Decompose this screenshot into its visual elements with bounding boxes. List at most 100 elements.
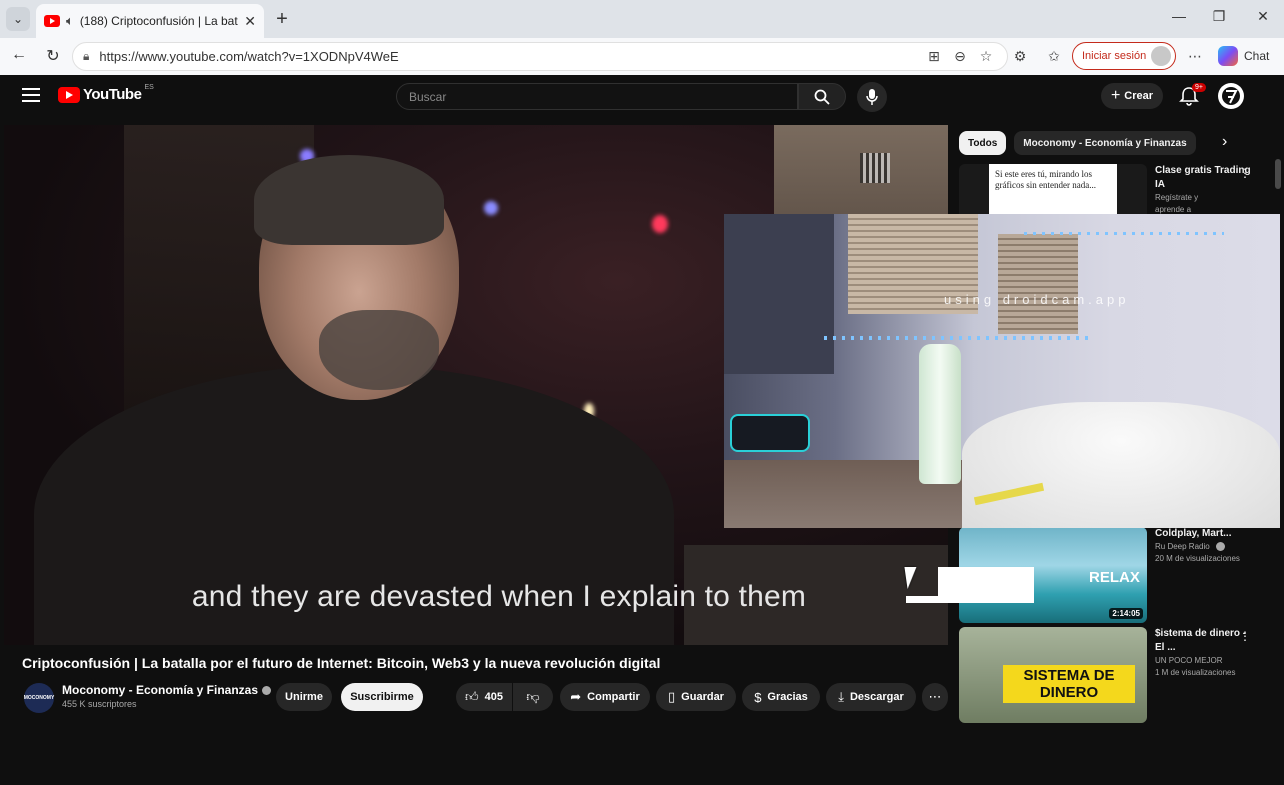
channel-avatar[interactable]: MOCONOMY [24,683,54,713]
avatar[interactable] [1218,83,1244,109]
dislike-button[interactable]: 👎︎ [513,683,553,711]
user-avatar-icon [1222,87,1240,105]
video-title: Criptoconfusión | La batalla por el futu… [22,655,661,671]
more-vert-icon[interactable]: ⋮ [1239,629,1251,643]
channel-avatar-text: MOCONOMY [23,695,55,701]
create-label: Crear [1124,90,1154,102]
favorite-icon[interactable]: ☆ [976,48,996,65]
more-icon[interactable]: ⋯ [1185,48,1205,65]
youtube-header: YouTube ES Buscar + Crear 9+ [4,75,1280,117]
apps-icon[interactable]: ⊞ [924,48,944,65]
reload-icon[interactable]: ↻ [42,46,64,66]
back-icon[interactable]: ← [8,46,30,64]
subscriber-count: 455 K suscriptores [62,699,137,709]
redaction-line [906,596,942,603]
speaker-icon[interactable]: 🔈︎ [66,13,74,29]
thumbnail-text: SISTEMA DE DINERO [1003,665,1135,703]
search-icon [814,89,830,105]
verified-icon [262,686,272,696]
youtube-play-icon [58,86,80,103]
thumbs-down-icon: 👎︎ [526,689,540,704]
search-button[interactable] [798,83,846,110]
close-icon[interactable]: ✕ [244,13,256,30]
verified-icon [1215,542,1225,552]
chip-todos[interactable]: Todos [959,131,1007,155]
cam-led-strip [1024,232,1224,235]
bookmark-icon: ▯ [668,689,676,704]
chevron-right-icon[interactable]: › [1222,133,1227,151]
filter-chips: Todos Moconomy - Economía y Finanzas [959,131,1196,155]
share-button[interactable]: ➦ Compartir [560,683,650,711]
youtube-favicon-icon [44,15,60,27]
recommendation-views: 20 M de visualizaciones [1155,554,1240,563]
browser-tab[interactable]: 🔈︎ (188) Criptoconfusión | La bat ✕ [36,4,264,38]
thumbnail-text: RELAX [1089,569,1140,586]
create-button[interactable]: + Crear [1101,83,1163,109]
chip-channel[interactable]: Moconomy - Economía y Finanzas [1014,131,1196,155]
recommendation-views: 1 M de visualizaciones [1155,668,1236,677]
cam-blanket [962,402,1280,528]
more-actions-button[interactable]: ⋯ [922,683,948,711]
like-button[interactable]: 👍︎ 405 [456,683,512,711]
search-input[interactable]: Buscar [396,83,798,110]
copilot-chat-button[interactable]: Chat [1218,46,1269,66]
channel-name: Moconomy - Economía y Finanzas [62,683,259,697]
microphone-icon [866,89,878,105]
bokeh-light [484,201,498,215]
tab-title: (188) Criptoconfusión | La bat [79,14,238,28]
logo-text: YouTube [83,86,142,103]
cam-led-strip [824,336,1094,340]
channel-name-link[interactable]: Moconomy - Economía y Finanzas [62,683,272,697]
download-icon: ⤓ [838,689,844,704]
site-info-icon[interactable]: 🔒︎ [83,49,89,64]
plus-icon: + [1110,87,1121,104]
recommendation-title: Coldplay, Mart... [1155,528,1232,539]
more-vert-icon[interactable]: ⋮ [1239,166,1251,180]
copilot-icon [1218,46,1238,66]
profile-avatar [1151,46,1171,66]
address-bar-row: ← ↻ 🔒︎ https://www.youtube.com/watch?v=1… [0,38,1284,75]
voice-search-button[interactable] [857,82,887,112]
join-label: Unirme [285,691,323,703]
recommendation-channel: UN POCO MEJOR [1155,656,1223,665]
cam-watermark: using droidcam.app [944,292,1130,307]
speaker-beard [319,310,439,390]
redaction-box [938,567,1034,603]
cam-window-blinds [998,234,1078,334]
extensions-icon[interactable]: ⚙ [1010,48,1030,65]
video-scene-qr [860,153,890,183]
subscribe-button[interactable]: Suscribirme [341,683,423,711]
favorites-list-icon[interactable]: ✩ [1044,48,1064,65]
speaker-hair [254,155,444,245]
url-text: https://www.youtube.com/watch?v=1XODNpV4… [99,49,399,64]
recommendation-channel: Ru Deep Radio [1155,541,1255,553]
url-input[interactable]: 🔒︎ https://www.youtube.com/watch?v=1XODN… [72,42,1008,71]
tab-list-icon[interactable]: ⌄ [6,7,30,31]
scrollbar-thumb[interactable] [1275,159,1281,189]
minimize-icon[interactable]: — [1164,8,1194,24]
thanks-button[interactable]: $ Gracias [742,683,820,711]
zoom-icon[interactable]: ⊖ [950,48,970,65]
share-icon: ➦ [570,689,582,704]
window-close-icon[interactable]: ✕ [1248,8,1278,25]
download-label: Descargar [849,691,904,703]
browser-tabstrip: ⌄ 🔈︎ (188) Criptoconfusión | La bat ✕ + … [0,0,1284,38]
video-thumbnail: SISTEMA DE DINERO [959,627,1147,723]
signin-button[interactable]: Iniciar sesión [1072,42,1176,70]
join-button[interactable]: Unirme [276,683,332,711]
save-label: Guardar [681,691,724,703]
signin-label: Iniciar sesión [1082,50,1147,62]
thanks-label: Gracias [767,691,808,703]
save-button[interactable]: ▯ Guardar [656,683,736,711]
cam-bottle [919,344,961,484]
youtube-logo[interactable]: YouTube ES [58,84,154,103]
super-thanks-icon: $ [754,689,762,705]
menu-icon[interactable] [22,88,40,102]
bokeh-light [652,215,668,233]
webcam-overlay: using droidcam.app [724,214,1280,528]
recommendation-meta: Coldplay, Mart... Ru Deep Radio 20 M de … [1155,527,1255,565]
plus-icon[interactable]: + [270,8,294,31]
more-icon: ⋯ [928,689,942,704]
maximize-icon[interactable]: ❐ [1204,8,1234,25]
download-button[interactable]: ⤓ Descargar [826,683,916,711]
